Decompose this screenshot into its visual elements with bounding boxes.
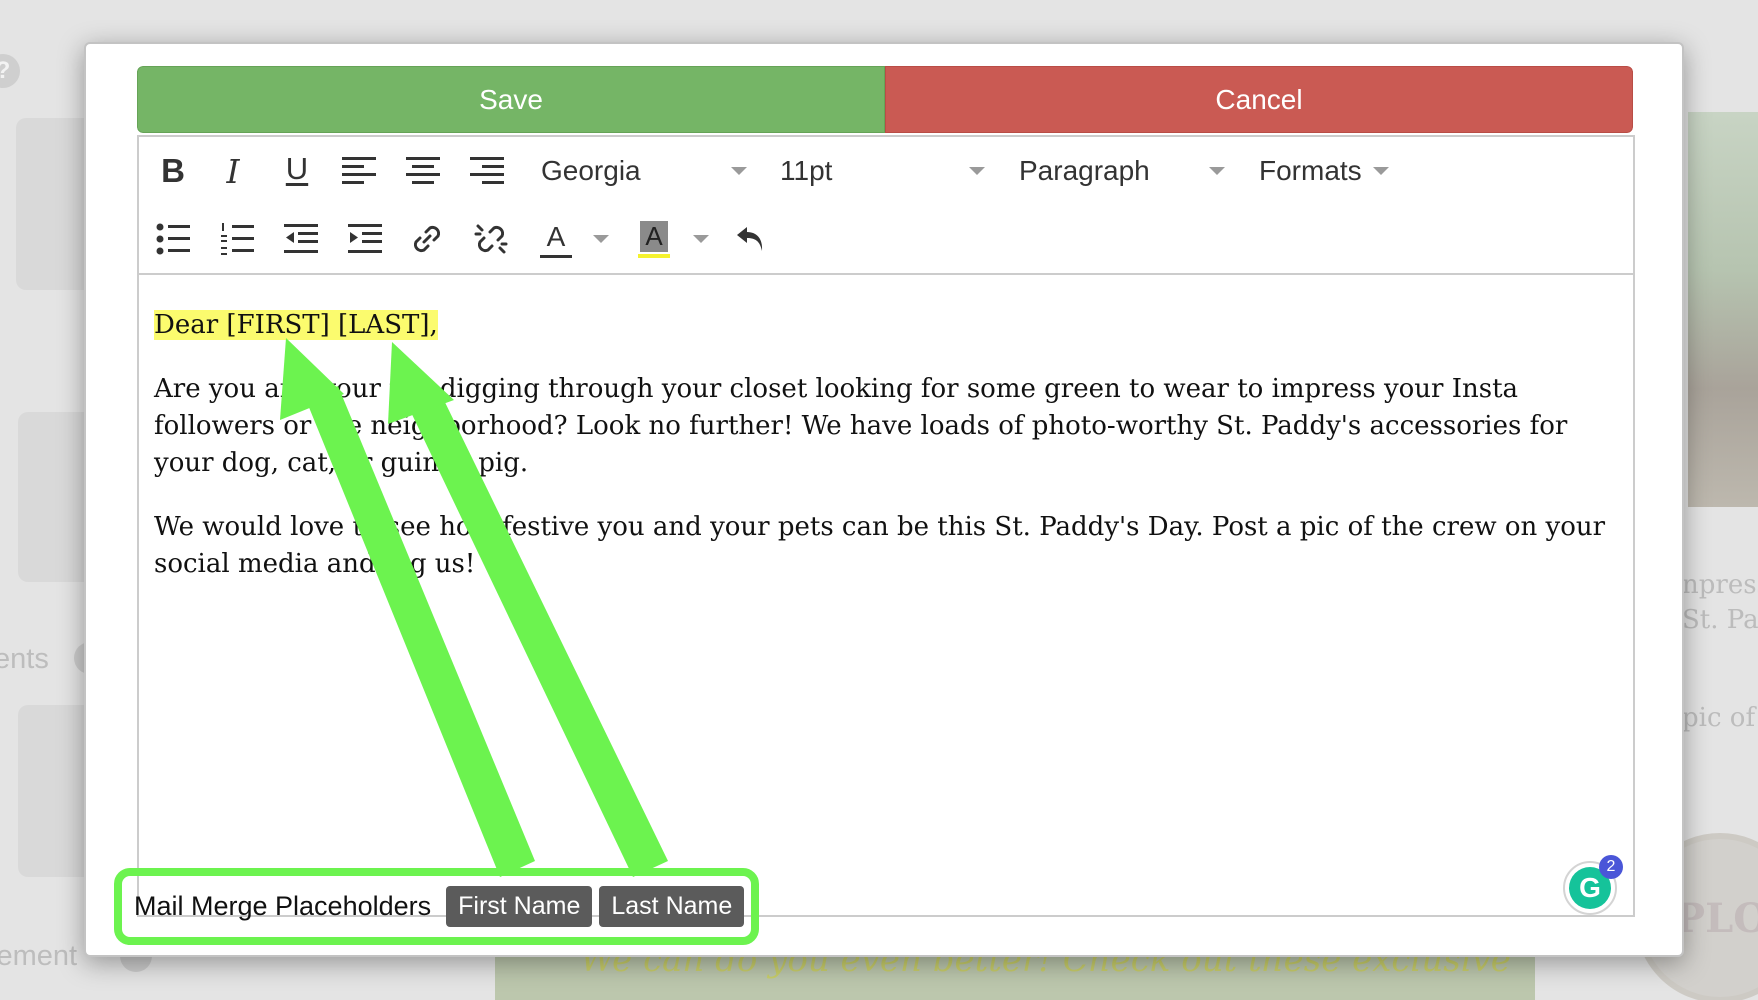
background-color-swatch [638,253,670,258]
greeting-line: Dear [FIRST] [LAST], [154,310,438,340]
background-label: lement [0,940,78,972]
help-icon: ? [0,54,20,88]
font-family-chevron-down-icon[interactable] [729,165,749,177]
italic-glyph: I [226,151,240,191]
block-format-select[interactable]: Paragraph [1019,155,1150,187]
align-left-icon[interactable] [341,153,377,187]
background-text: St. Pa [1682,605,1758,635]
block-format-chevron-down-icon[interactable] [1207,165,1227,177]
body-paragraph: We would love to see how festive you and… [154,512,1606,579]
background-logo-text: PLO [1675,895,1758,942]
editor-toolbar: B I U Georgia 11pt Paragraph Formats A A [139,137,1633,275]
background-text: npress [1682,570,1758,600]
email-editor-modal: Save Cancel B I U Georgia 11pt Paragraph… [84,42,1684,957]
grammarly-button[interactable]: G 2 [1563,855,1623,915]
grammarly-count-badge: 2 [1599,855,1623,879]
underline-glyph: U [285,151,309,186]
editor-content[interactable]: Dear [FIRST] [LAST], Are you and your pe… [154,307,1615,610]
body-paragraph: Are you and your pet digging through you… [154,374,1568,478]
formats-chevron-down-icon[interactable] [1371,165,1391,177]
align-right-icon[interactable] [469,153,505,187]
font-size-select[interactable]: 11pt [780,155,832,187]
outdent-icon[interactable] [283,221,319,257]
mail-merge-placeholders: Mail Merge Placeholders First Name Last … [114,868,759,945]
text-color-swatch [540,254,572,258]
rich-text-editor: B I U Georgia 11pt Paragraph Formats A A… [137,135,1635,917]
background-text: pic of [1682,703,1756,733]
background-color-glyph: A [640,220,668,252]
first-name-placeholder-button[interactable]: First Name [446,886,593,927]
last-name-placeholder-button[interactable]: Last Name [599,886,745,927]
undo-icon[interactable] [733,221,769,257]
text-color-icon[interactable]: A [539,217,573,261]
unlink-icon[interactable] [473,221,509,257]
font-family-select[interactable]: Georgia [541,155,641,187]
background-photo [1688,112,1758,507]
formats-menu[interactable]: Formats [1259,155,1362,187]
cancel-button[interactable]: Cancel [885,66,1633,133]
background-color-icon[interactable]: A [637,217,671,261]
bullet-list-icon[interactable] [155,221,191,257]
background-color-chevron-down-icon[interactable] [691,233,711,245]
underline-icon[interactable]: U [277,149,317,189]
italic-icon[interactable]: I [213,151,253,191]
link-icon[interactable] [409,221,445,257]
numbered-list-icon[interactable] [219,221,255,257]
bold-glyph: B [161,152,185,189]
mail-merge-label: Mail Merge Placeholders [134,891,432,921]
bold-icon[interactable]: B [153,151,193,191]
font-size-chevron-down-icon[interactable] [967,165,987,177]
background-label: ents [0,643,49,675]
indent-icon[interactable] [347,221,383,257]
align-center-icon[interactable] [405,153,441,187]
text-color-chevron-down-icon[interactable] [591,233,611,245]
text-color-glyph: A [546,220,566,252]
save-button[interactable]: Save [137,66,885,133]
action-buttons: Save Cancel [137,66,1633,133]
